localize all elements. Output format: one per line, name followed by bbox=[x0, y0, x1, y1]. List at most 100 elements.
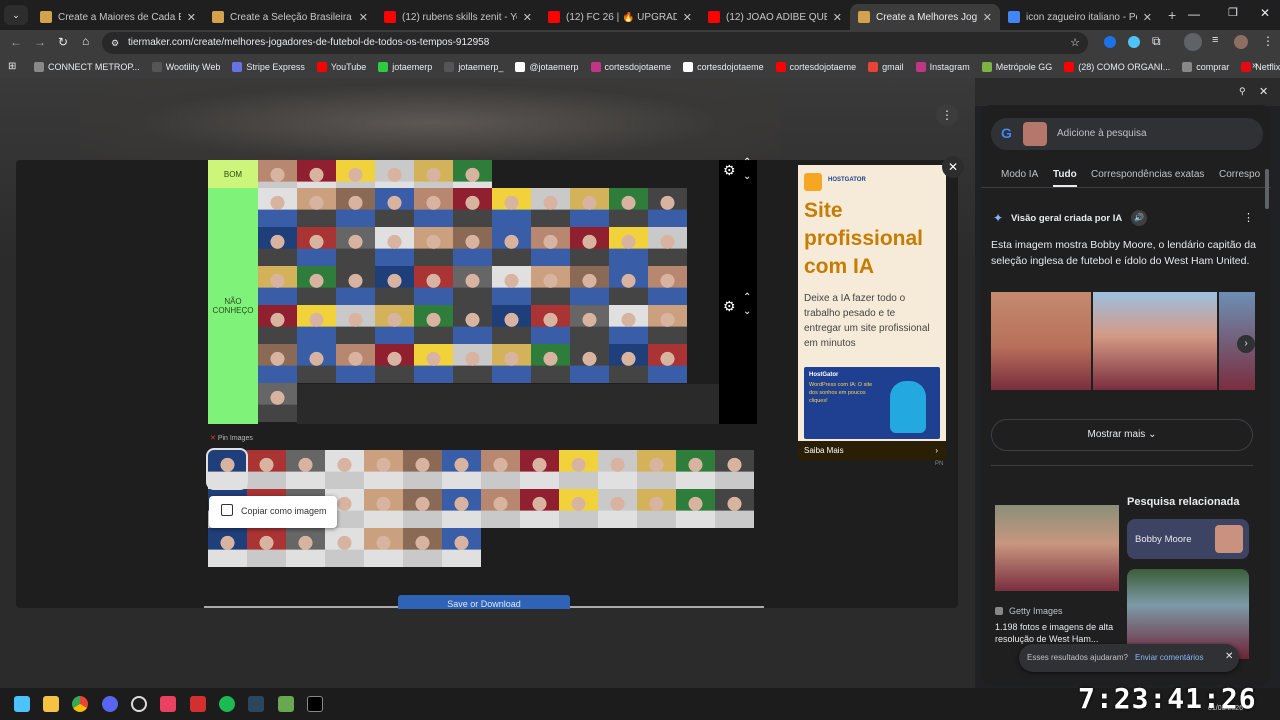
tier-settings-gear-icon[interactable]: ⚙ bbox=[723, 162, 736, 179]
bookmark-item[interactable]: cortesdojotaeme bbox=[590, 62, 671, 72]
forward-icon[interactable]: → bbox=[34, 35, 46, 49]
lens-tab[interactable]: Tudo bbox=[1053, 169, 1077, 180]
close-tab-icon[interactable]: ✕ bbox=[523, 11, 532, 24]
reload-icon[interactable]: ↻ bbox=[58, 35, 68, 49]
bookmark-item[interactable]: cortesdojotaeme bbox=[683, 62, 764, 72]
player-portrait[interactable] bbox=[258, 160, 297, 188]
player-portrait[interactable] bbox=[492, 344, 531, 383]
player-portrait[interactable] bbox=[336, 160, 375, 188]
browser-tab[interactable]: (12) JOAO ADIBE QUER O FIM D ✕ bbox=[700, 4, 850, 30]
related-chip-bobby-moore[interactable]: Bobby Moore bbox=[1127, 519, 1249, 559]
send-feedback-link[interactable]: Enviar comentários bbox=[1135, 653, 1203, 662]
player-portrait[interactable] bbox=[598, 450, 637, 489]
side-scrollbar[interactable] bbox=[1265, 169, 1269, 209]
player-portrait[interactable] bbox=[336, 188, 375, 227]
app-red-icon[interactable] bbox=[190, 696, 206, 712]
player-portrait[interactable] bbox=[559, 450, 598, 489]
bookmark-item[interactable]: @jotaemerp bbox=[515, 62, 579, 72]
reading-list-icon[interactable]: ≡ bbox=[1212, 34, 1218, 46]
more-bookmarks-icon[interactable]: » bbox=[1252, 60, 1258, 71]
player-portrait[interactable] bbox=[648, 305, 687, 344]
player-portrait[interactable] bbox=[297, 305, 336, 344]
player-portrait[interactable] bbox=[570, 266, 609, 305]
browser-tab[interactable]: icon zagueiro italiano - Pesqui ✕ bbox=[1000, 4, 1160, 30]
player-portrait[interactable] bbox=[414, 160, 453, 188]
pin-images-toggle[interactable]: ✕ Pin Images bbox=[210, 434, 253, 442]
pin-panel-icon[interactable]: ⚲ bbox=[1239, 86, 1246, 97]
close-tab-icon[interactable]: ✕ bbox=[833, 11, 842, 24]
player-portrait[interactable] bbox=[570, 227, 609, 266]
player-portrait[interactable] bbox=[375, 305, 414, 344]
player-portrait[interactable] bbox=[286, 528, 325, 567]
player-portrait[interactable] bbox=[570, 305, 609, 344]
minimize-button[interactable]: — bbox=[1188, 7, 1200, 21]
browser-tab[interactable]: (12) FC 26 | 🔥 UPGRADE FANT ✕ bbox=[540, 4, 700, 30]
player-portrait[interactable] bbox=[648, 188, 687, 227]
player-portrait[interactable] bbox=[442, 489, 481, 528]
query-thumbnail[interactable] bbox=[1023, 122, 1047, 146]
lens-search-box[interactable]: G Adicione à pesquisa bbox=[991, 118, 1263, 150]
player-portrait[interactable] bbox=[481, 489, 520, 528]
carousel-next-button[interactable]: › bbox=[1237, 335, 1255, 353]
player-portrait[interactable] bbox=[297, 227, 336, 266]
bookmark-item[interactable]: Metrópole GG bbox=[981, 62, 1052, 72]
lens-tab[interactable]: Correspo bbox=[1219, 169, 1260, 180]
close-tab-icon[interactable]: ✕ bbox=[683, 11, 692, 24]
player-portrait[interactable] bbox=[453, 305, 492, 344]
player-portrait[interactable] bbox=[648, 344, 687, 383]
extensions-puzzle-icon[interactable]: ⧉ bbox=[1152, 34, 1161, 49]
player-portrait[interactable] bbox=[325, 450, 364, 489]
close-ad-button[interactable]: ✕ bbox=[942, 156, 964, 178]
player-portrait[interactable] bbox=[648, 227, 687, 266]
player-portrait[interactable] bbox=[609, 227, 648, 266]
player-portrait[interactable] bbox=[325, 528, 364, 567]
player-portrait[interactable] bbox=[258, 188, 297, 227]
bookmark-item[interactable]: gmail bbox=[868, 62, 904, 72]
player-portrait[interactable] bbox=[453, 266, 492, 305]
copy-as-image-item[interactable]: Copiar como imagem bbox=[209, 496, 337, 528]
player-portrait[interactable] bbox=[258, 227, 297, 266]
bookmark-item[interactable]: Netflix bbox=[1241, 62, 1280, 72]
player-portrait[interactable] bbox=[609, 344, 648, 383]
bookmark-star-icon[interactable]: ☆ bbox=[1070, 32, 1080, 54]
page-menu-icon[interactable]: ⋮ bbox=[936, 104, 958, 126]
player-portrait[interactable] bbox=[364, 489, 403, 528]
player-portrait[interactable] bbox=[531, 227, 570, 266]
player-portrait[interactable] bbox=[336, 266, 375, 305]
back-icon[interactable]: ← bbox=[10, 35, 22, 49]
player-portrait[interactable] bbox=[492, 305, 531, 344]
restore-button[interactable]: ❐ bbox=[1228, 6, 1238, 19]
tier-move-up-icon[interactable]: ⌃ bbox=[743, 292, 751, 303]
app-a-icon[interactable] bbox=[160, 696, 176, 712]
bookmark-item[interactable]: comprar bbox=[1182, 62, 1229, 72]
windows-start-icon[interactable] bbox=[14, 696, 30, 712]
chrome-icon[interactable] bbox=[72, 696, 88, 712]
bookmark-item[interactable]: cortesdojotaeme bbox=[775, 62, 856, 72]
spotify-icon[interactable] bbox=[219, 696, 235, 712]
lens-icon[interactable] bbox=[1184, 33, 1202, 51]
player-portrait[interactable] bbox=[492, 188, 531, 227]
extension-icon-1[interactable] bbox=[1104, 36, 1116, 48]
player-portrait[interactable] bbox=[492, 227, 531, 266]
tier-settings-gear-icon[interactable]: ⚙ bbox=[723, 298, 736, 315]
player-portrait[interactable] bbox=[648, 266, 687, 305]
player-portrait[interactable] bbox=[609, 188, 648, 227]
player-portrait[interactable] bbox=[598, 489, 637, 528]
close-tab-icon[interactable]: ✕ bbox=[1143, 11, 1152, 24]
player-portrait[interactable] bbox=[297, 188, 336, 227]
player-portrait[interactable] bbox=[364, 450, 403, 489]
player-portrait[interactable] bbox=[637, 450, 676, 489]
ai-overview-menu-icon[interactable]: ⋮ bbox=[1243, 211, 1254, 224]
player-portrait[interactable] bbox=[531, 344, 570, 383]
selected-image-frame[interactable] bbox=[206, 448, 248, 490]
ad-cta-bar[interactable]: Saiba Mais › bbox=[798, 441, 946, 460]
player-portrait[interactable] bbox=[637, 489, 676, 528]
player-portrait[interactable] bbox=[414, 188, 453, 227]
new-tab-button[interactable]: + bbox=[1168, 7, 1176, 23]
player-portrait[interactable] bbox=[403, 489, 442, 528]
player-portrait[interactable] bbox=[403, 450, 442, 489]
capcut-icon[interactable] bbox=[307, 696, 323, 712]
menu-kebab-icon[interactable]: ⋮ bbox=[1262, 34, 1274, 48]
player-portrait[interactable] bbox=[375, 266, 414, 305]
tier-move-down-icon[interactable]: ⌄ bbox=[743, 306, 751, 317]
